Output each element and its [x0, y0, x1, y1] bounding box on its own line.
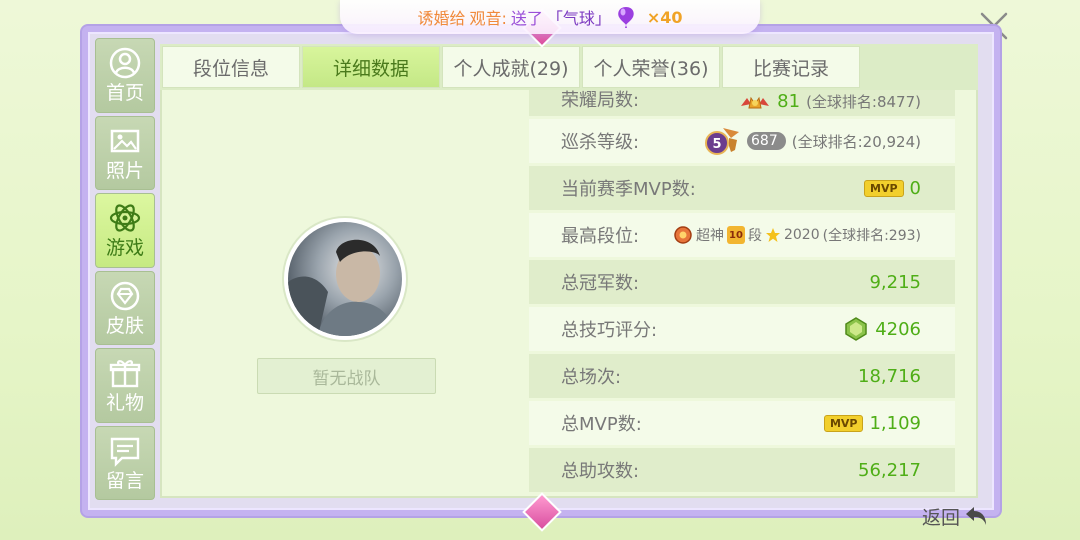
stat-value: 56,217: [858, 459, 921, 481]
announcement-count: ×40: [646, 7, 683, 27]
gift-announcement: 诱婚给 观音: 送了 「气球」 ×40: [340, 0, 760, 34]
tab-rank-info[interactable]: 段位信息: [162, 46, 300, 88]
atom-icon: [109, 204, 141, 232]
green-gem-icon: [845, 317, 867, 341]
sidebar-item-skins[interactable]: 皮肤: [95, 270, 155, 345]
team-button[interactable]: 暂无战队: [257, 358, 436, 394]
super-god-rank-icon: [674, 226, 692, 244]
stat-rank: (全球排名:20,924): [791, 132, 921, 151]
tab-honors[interactable]: 个人荣誉(36): [582, 46, 720, 88]
stat-rank: (全球排名:293): [822, 228, 921, 244]
rank-stars: 2020: [783, 227, 820, 243]
stat-value: 0: [909, 177, 921, 199]
svg-text:5: 5: [712, 137, 721, 152]
stat-rank: (全球排名:8477): [806, 93, 921, 111]
level-5-badge-icon: 5: [705, 128, 740, 155]
stat-label: 巡杀等级:: [561, 132, 640, 153]
crown-wings-icon: [741, 96, 770, 108]
stat-label: 总技巧评分:: [561, 320, 658, 341]
sidebar-item-games[interactable]: 游戏: [95, 193, 155, 268]
announcement-sender: 诱婚给: [417, 9, 466, 28]
stat-value: 687: [747, 132, 786, 150]
stat-value: 81: [777, 91, 801, 112]
stat-row-total-champions: 总冠军数: 9,215: [529, 260, 955, 304]
back-button[interactable]: 返回: [922, 500, 1002, 532]
rank-level-badge: 10: [726, 226, 745, 244]
sidebar-item-label: 留言: [105, 469, 144, 492]
stat-row-total-assists: 总助攻数: 56,217: [529, 448, 955, 492]
gift-icon: [109, 360, 141, 388]
sidebar-item-photos[interactable]: 照片: [95, 115, 155, 190]
stat-label: 总场次:: [561, 367, 622, 388]
sidebar-item-label: 首页: [105, 82, 144, 105]
announcement-receiver: 观音:: [469, 9, 507, 28]
mvp-badge: MVP: [823, 414, 864, 432]
stat-row-skill-score: 总技巧评分: 4206: [529, 307, 955, 351]
back-arrow-icon: [966, 507, 987, 525]
stat-value: 9,215: [869, 271, 921, 293]
stat-row-highest-rank: 最高段位: 超神 10 段 2020 (全球排名:293): [529, 213, 955, 257]
stat-label: 总冠军数:: [561, 273, 640, 294]
diamond-ring-icon: [110, 281, 140, 310]
stat-label: 最高段位:: [561, 226, 640, 247]
sidebar-item-home[interactable]: 首页: [95, 38, 155, 113]
stat-value: 18,716: [858, 365, 921, 387]
stat-row-patrol-level: 巡杀等级: 5 687 (全球排名:20,924): [529, 119, 955, 163]
stat-label: 总MVP数:: [561, 414, 642, 435]
rank-suffix: 段: [747, 228, 762, 244]
sidebar-item-messages[interactable]: 留言: [95, 425, 155, 500]
user-circle-icon: [109, 48, 141, 79]
message-icon: [110, 437, 140, 467]
stat-row-total-games: 总场次: 18,716: [529, 354, 955, 398]
sidebar: 首页 照片 游戏 皮肤 礼物 留言: [95, 38, 155, 500]
stat-row-total-mvp: 总MVP数: MVP 1,109: [529, 401, 955, 445]
avatar[interactable]: [284, 218, 406, 340]
tab-detailed-data[interactable]: 详细数据: [302, 46, 440, 88]
sidebar-item-label: 游戏: [105, 237, 144, 260]
tab-bar: 段位信息 详细数据 个人成就(29) 个人荣誉(36) 比赛记录: [160, 44, 978, 90]
rank-name: 超神: [695, 228, 724, 244]
stat-label: 荣耀局数:: [561, 90, 640, 111]
stat-row-season-mvp: 当前赛季MVP数: MVP 0: [529, 166, 955, 210]
stat-value: 4206: [875, 318, 921, 340]
sidebar-item-label: 皮肤: [105, 314, 144, 337]
star-icon: [765, 228, 780, 242]
stat-value: 1,109: [869, 412, 921, 434]
sidebar-item-gifts[interactable]: 礼物: [95, 348, 155, 423]
sidebar-item-label: 礼物: [105, 392, 144, 415]
tab-achievements[interactable]: 个人成就(29): [442, 46, 580, 88]
balloon-icon: [618, 7, 634, 28]
stat-label: 总助攻数:: [561, 461, 640, 482]
mvp-badge: MVP: [864, 179, 904, 197]
photo-icon: [110, 129, 140, 152]
tab-match-history[interactable]: 比赛记录: [722, 46, 860, 88]
sidebar-item-label: 照片: [105, 159, 144, 182]
stats-list: 荣耀局数: 81 (全球排名:8477) 巡杀等级: 5 687 (全球排名:2…: [529, 90, 955, 496]
announcement-gift: 「气球」: [546, 9, 611, 28]
stat-label: 当前赛季MVP数:: [561, 179, 696, 200]
back-label: 返回: [922, 506, 961, 529]
avatar-photo: [288, 222, 402, 336]
announcement-verb: 送了: [510, 9, 543, 28]
stat-row-glory-games: 荣耀局数: 81 (全球排名:8477): [529, 90, 955, 116]
